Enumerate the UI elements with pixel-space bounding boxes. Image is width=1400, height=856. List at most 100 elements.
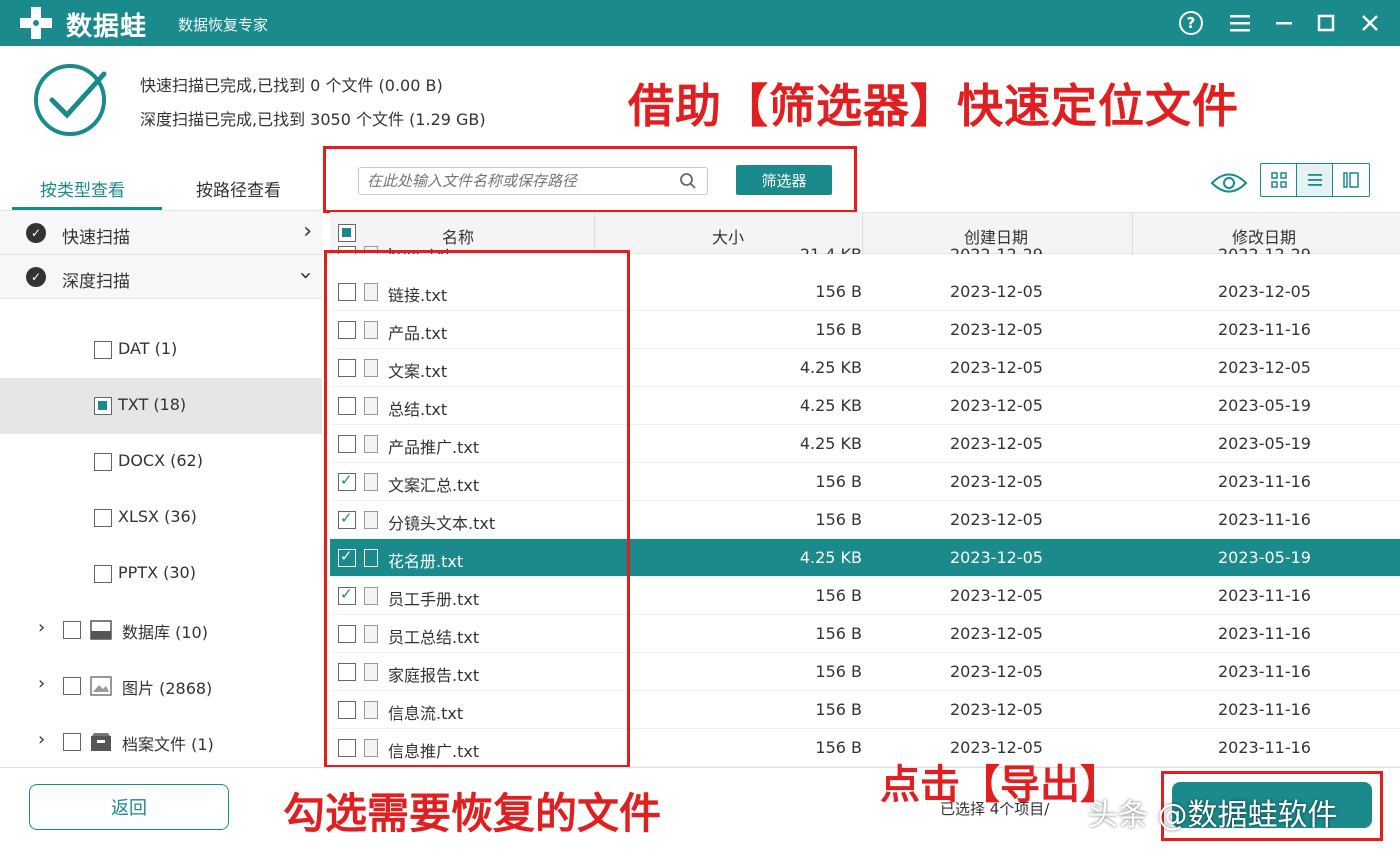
type-label: DAT (1)	[118, 339, 178, 358]
scan-complete-icon	[34, 64, 107, 136]
title-bar: 数据蛙 数据恢复专家 ?	[0, 0, 1400, 46]
file-created: 2023-12-05	[950, 624, 1043, 643]
chevron-right-icon[interactable]: ›	[38, 729, 45, 750]
file-size: 156 B	[815, 624, 862, 643]
highlight-box-checkboxes	[324, 250, 630, 768]
check-circle-icon: ✓	[26, 267, 46, 287]
checkbox[interactable]	[94, 453, 112, 471]
back-button[interactable]: 返回	[29, 784, 229, 830]
type-item-xlsx[interactable]: XLSX (36)	[0, 490, 322, 546]
chevron-right-icon[interactable]: ›	[38, 673, 45, 694]
group-label: 图片 (2868)	[122, 679, 213, 698]
selected-count: 已选择 4个项目/	[940, 800, 1050, 818]
check-circle-icon: ✓	[26, 223, 46, 243]
file-size: 4.25 KB	[799, 434, 862, 453]
type-item-txt[interactable]: TXT (18)	[0, 378, 322, 434]
quick-scan-status: 快速扫描已完成,已找到 0 个文件 (0.00 B)	[140, 76, 443, 95]
file-modified: 2023-11-16	[1218, 472, 1311, 491]
grid-view-icon[interactable]	[1261, 164, 1297, 196]
type-item-dat[interactable]: DAT (1)	[0, 322, 322, 378]
detail-view-icon[interactable]	[1333, 164, 1369, 196]
chevron-right-icon: ›	[303, 219, 312, 244]
file-size: 156 B	[815, 472, 862, 491]
file-modified: 2023-05-19	[1218, 434, 1311, 453]
checkbox[interactable]	[63, 677, 81, 695]
highlight-box-filter	[323, 146, 857, 213]
file-size: 156 B	[815, 282, 862, 301]
chevron-right-icon[interactable]: ›	[38, 617, 45, 638]
file-size: 4.25 KB	[799, 358, 862, 377]
checkbox[interactable]	[63, 733, 81, 751]
group-item-database[interactable]: › 数据库 (10)	[0, 602, 322, 658]
file-created: 2023-12-05	[950, 320, 1043, 339]
quick-scan-label: 快速扫描	[62, 228, 130, 248]
menu-icon[interactable]	[1226, 9, 1254, 37]
checkbox[interactable]	[94, 565, 112, 583]
checkbox[interactable]	[94, 397, 112, 415]
file-created: 2023-12-05	[950, 510, 1043, 529]
annotation-select-tip: 勾选需要恢复的文件	[283, 789, 662, 838]
preview-eye-icon[interactable]	[1210, 170, 1248, 196]
file-size: 156 B	[815, 320, 862, 339]
type-label: DOCX (62)	[118, 451, 203, 470]
file-size: 4.25 KB	[799, 396, 862, 415]
app-brand: 数据蛙	[66, 12, 148, 42]
type-item-pptx[interactable]: PPTX (30)	[0, 546, 322, 602]
close-icon[interactable]	[1356, 9, 1384, 37]
list-view-icon[interactable]	[1297, 164, 1333, 196]
file-modified: 2023-11-16	[1218, 586, 1311, 605]
file-size: 156 B	[815, 738, 862, 757]
checkbox[interactable]	[94, 341, 112, 359]
file-created: 2023-12-05	[950, 396, 1043, 415]
file-created: 2023-12-05	[950, 700, 1043, 719]
checkbox[interactable]	[94, 509, 112, 527]
logo-plus-icon	[20, 7, 52, 39]
footer-divider	[0, 767, 1400, 768]
file-created: 2023-12-05	[950, 472, 1043, 491]
svg-text:?: ?	[1187, 14, 1196, 32]
file-created: 2023-12-05	[950, 358, 1043, 377]
file-modified: 2023-11-16	[1218, 510, 1311, 529]
annotation-filter-tip: 借助【筛选器】快速定位文件	[628, 79, 1239, 133]
database-icon	[90, 620, 112, 640]
type-label: PPTX (30)	[118, 563, 196, 582]
group-item-images[interactable]: › 图片 (2868)	[0, 658, 322, 714]
maximize-icon[interactable]	[1312, 9, 1340, 37]
file-modified: 2023-05-19	[1218, 396, 1311, 415]
file-modified: 2023-11-16	[1218, 320, 1311, 339]
deep-scan-status: 深度扫描已完成,已找到 3050 个文件 (1.29 GB)	[140, 110, 486, 129]
group-label: 档案文件 (1)	[122, 735, 214, 754]
file-modified: 2023-11-16	[1218, 738, 1311, 757]
file-created: 2023-12-05	[950, 662, 1043, 681]
deep-scan-label: 深度扫描	[62, 272, 130, 292]
file-modified: 2023-05-19	[1218, 548, 1311, 567]
file-size: 4.25 KB	[799, 548, 862, 567]
chevron-down-icon: ›	[293, 271, 319, 280]
file-size: 156 B	[815, 510, 862, 529]
group-item-archive[interactable]: › 档案文件 (1)	[0, 714, 322, 770]
watermark: 头条 @数据蛙软件	[1088, 798, 1338, 833]
file-modified: 2023-11-16	[1218, 700, 1311, 719]
checkbox[interactable]	[63, 621, 81, 639]
tab-by-type[interactable]: 按类型查看	[40, 176, 125, 201]
file-modified: 2023-12-05	[1218, 358, 1311, 377]
view-mode-toggle	[1260, 163, 1370, 197]
file-size: 156 B	[815, 700, 862, 719]
file-created: 2023-12-05	[950, 548, 1043, 567]
file-modified: 2023-11-16	[1218, 662, 1311, 681]
help-icon[interactable]: ?	[1177, 9, 1205, 37]
file-size: 156 B	[815, 586, 862, 605]
group-label: 数据库 (10)	[122, 623, 208, 642]
file-modified: 2023-12-05	[1218, 282, 1311, 301]
type-item-docx[interactable]: DOCX (62)	[0, 434, 322, 490]
deep-scan-row[interactable]: ✓ 深度扫描 ›	[0, 255, 322, 299]
file-created: 2023-12-05	[950, 586, 1043, 605]
file-created: 2023-12-05	[950, 282, 1043, 301]
image-icon	[90, 676, 112, 696]
type-label: XLSX (36)	[118, 507, 197, 526]
tab-by-path[interactable]: 按路径查看	[196, 176, 281, 201]
archive-icon	[91, 733, 111, 751]
quick-scan-row[interactable]: ✓ 快速扫描 ›	[0, 211, 322, 255]
minimize-icon[interactable]	[1270, 9, 1298, 37]
file-modified: 2023-11-16	[1218, 624, 1311, 643]
